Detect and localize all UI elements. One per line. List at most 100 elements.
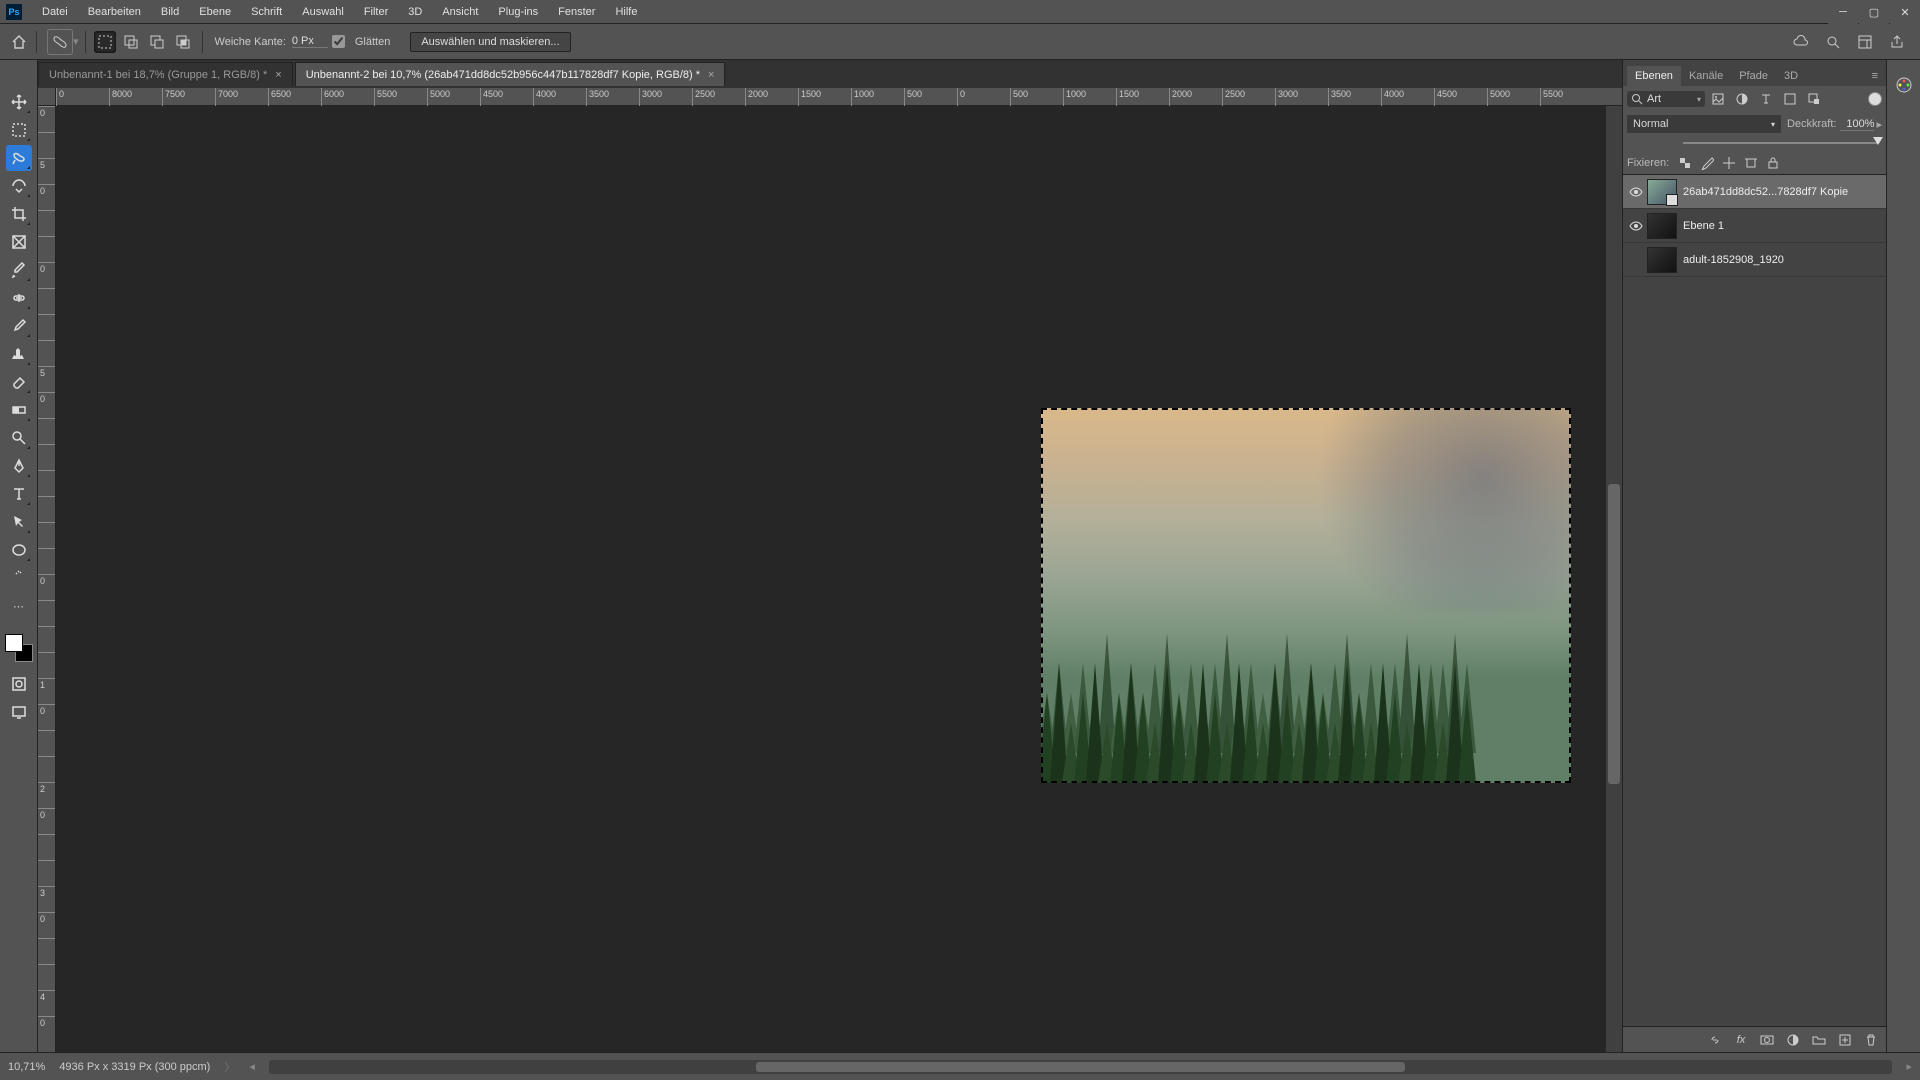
gradient-tool[interactable]	[6, 397, 32, 423]
screen-mode-toggle[interactable]	[6, 699, 32, 725]
lock-artboard-icon[interactable]	[1741, 153, 1761, 173]
layer-row[interactable]: 26ab471dd8dc52...7828df7 Kopie	[1623, 175, 1886, 209]
filter-shape-icon[interactable]	[1779, 88, 1801, 110]
search-icon[interactable]	[1824, 33, 1842, 51]
layer-name[interactable]: 26ab471dd8dc52...7828df7 Kopie	[1683, 186, 1848, 198]
selection-intersect-button[interactable]	[172, 31, 194, 53]
layer-row[interactable]: Ebene 1	[1623, 209, 1886, 243]
menu-schrift[interactable]: Schrift	[241, 6, 292, 18]
nav-next-icon[interactable]: ▸	[1906, 1060, 1912, 1073]
cloud-docs-icon[interactable]	[1792, 33, 1810, 51]
selection-new-button[interactable]	[94, 31, 116, 53]
dodge-tool[interactable]	[6, 425, 32, 451]
close-icon[interactable]: ×	[275, 69, 281, 81]
horizontal-ruler[interactable]: 0 8000 7500 7000 6500 6000 5500 5000 450…	[56, 88, 1622, 106]
quick-mask-toggle[interactable]	[6, 671, 32, 697]
menu-fenster[interactable]: Fenster	[548, 6, 605, 18]
menu-ebene[interactable]: Ebene	[189, 6, 241, 18]
selection-add-button[interactable]	[120, 31, 142, 53]
filter-adjustment-icon[interactable]	[1731, 88, 1753, 110]
close-icon[interactable]: ×	[708, 69, 714, 81]
home-button[interactable]	[8, 31, 30, 53]
vertical-ruler[interactable]: 0 5 0 0 5 0 0 1 0 2 0 3 0 4 0	[38, 106, 56, 1052]
menu-plugins[interactable]: Plug-ins	[488, 6, 548, 18]
select-and-mask-button[interactable]: Auswählen und maskieren...	[410, 32, 570, 52]
info-flyout-icon[interactable]: 〉	[224, 1059, 235, 1075]
type-tool[interactable]	[6, 481, 32, 507]
vertical-scrollbar[interactable]	[1606, 106, 1622, 1052]
lock-position-icon[interactable]	[1719, 153, 1739, 173]
blend-mode-select[interactable]: Normal ▾	[1627, 115, 1781, 133]
panel-menu-icon[interactable]: ≡	[1868, 66, 1882, 86]
window-close-button[interactable]: ✕	[1890, 0, 1920, 24]
menu-bearbeiten[interactable]: Bearbeiten	[78, 6, 151, 18]
hand-tool[interactable]	[6, 565, 32, 591]
opacity-flyout-icon[interactable]: ▸	[1876, 118, 1882, 131]
window-minimize-button[interactable]: ─	[1828, 0, 1858, 24]
panel-tab-pfade[interactable]: Pfade	[1731, 66, 1776, 86]
delete-layer-icon[interactable]	[1860, 1029, 1882, 1051]
move-tool[interactable]	[6, 89, 32, 115]
zoom-level[interactable]: 10,71%	[8, 1061, 45, 1073]
visibility-toggle[interactable]	[1625, 219, 1647, 233]
document-info[interactable]: 4936 Px x 3319 Px (300 ppcm)	[59, 1061, 210, 1073]
lasso-tool[interactable]	[6, 145, 32, 171]
window-maximize-button[interactable]: ▢	[1859, 0, 1889, 24]
document-canvas[interactable]	[1041, 408, 1571, 783]
opacity-slider[interactable]	[1623, 136, 1886, 152]
slider-handle[interactable]	[1873, 137, 1883, 145]
shape-tool[interactable]	[6, 537, 32, 563]
ruler-origin[interactable]	[38, 88, 56, 106]
nav-prev-icon[interactable]: ◂	[249, 1060, 255, 1073]
selection-subtract-button[interactable]	[146, 31, 168, 53]
group-icon[interactable]	[1808, 1029, 1830, 1051]
filter-toggle[interactable]	[1868, 92, 1882, 106]
pen-tool[interactable]	[6, 453, 32, 479]
scrollbar-thumb[interactable]	[1608, 484, 1620, 784]
canvas-area[interactable]: 0 8000 7500 7000 6500 6000 5500 5000 450…	[38, 88, 1622, 1052]
filter-pixel-icon[interactable]	[1707, 88, 1729, 110]
foreground-color-swatch[interactable]	[5, 634, 23, 652]
eraser-tool[interactable]	[6, 369, 32, 395]
share-icon[interactable]	[1888, 33, 1906, 51]
layer-row[interactable]: adult-1852908_1920	[1623, 243, 1886, 277]
new-layer-icon[interactable]	[1834, 1029, 1856, 1051]
menu-ansicht[interactable]: Ansicht	[432, 6, 488, 18]
quick-selection-tool[interactable]	[6, 173, 32, 199]
layer-thumbnail[interactable]	[1647, 213, 1677, 239]
document-tab-1[interactable]: Unbenannt-1 bei 18,7% (Gruppe 1, RGB/8) …	[38, 62, 293, 86]
lock-all-icon[interactable]	[1763, 153, 1783, 173]
menu-hilfe[interactable]: Hilfe	[605, 6, 647, 18]
layer-filter-kind[interactable]: ▾	[1627, 91, 1705, 107]
adjustment-layer-icon[interactable]	[1782, 1029, 1804, 1051]
visibility-toggle[interactable]	[1625, 185, 1647, 199]
menu-3d[interactable]: 3D	[398, 6, 432, 18]
clone-stamp-tool[interactable]	[6, 341, 32, 367]
frame-tool[interactable]	[6, 229, 32, 255]
edit-toolbar[interactable]: ⋯	[6, 593, 32, 619]
antialias-checkbox[interactable]	[332, 35, 345, 48]
layer-name[interactable]: Ebene 1	[1683, 220, 1724, 232]
path-selection-tool[interactable]	[6, 509, 32, 535]
layer-thumbnail[interactable]	[1647, 179, 1677, 205]
brush-tool[interactable]	[6, 313, 32, 339]
document-tab-2[interactable]: Unbenannt-2 bei 10,7% (26ab471dd8dc52b95…	[295, 62, 726, 86]
menu-auswahl[interactable]: Auswahl	[292, 6, 354, 18]
menu-datei[interactable]: Datei	[32, 6, 78, 18]
workspace-icon[interactable]	[1856, 33, 1874, 51]
panel-tab-3d[interactable]: 3D	[1776, 66, 1806, 86]
healing-brush-tool[interactable]	[6, 285, 32, 311]
layer-mask-icon[interactable]	[1756, 1029, 1778, 1051]
lock-transparency-icon[interactable]	[1675, 153, 1695, 173]
scrollbar-thumb[interactable]	[756, 1062, 1405, 1072]
crop-tool[interactable]	[6, 201, 32, 227]
marquee-tool[interactable]	[6, 117, 32, 143]
layer-thumbnail[interactable]	[1647, 247, 1677, 273]
menu-bild[interactable]: Bild	[151, 6, 189, 18]
horizontal-scrollbar[interactable]	[269, 1060, 1893, 1074]
eyedropper-tool[interactable]	[6, 257, 32, 283]
feather-input[interactable]	[292, 35, 328, 48]
layer-name[interactable]: adult-1852908_1920	[1683, 254, 1784, 266]
panel-tab-ebenen[interactable]: Ebenen	[1627, 66, 1681, 86]
lock-image-icon[interactable]	[1697, 153, 1717, 173]
